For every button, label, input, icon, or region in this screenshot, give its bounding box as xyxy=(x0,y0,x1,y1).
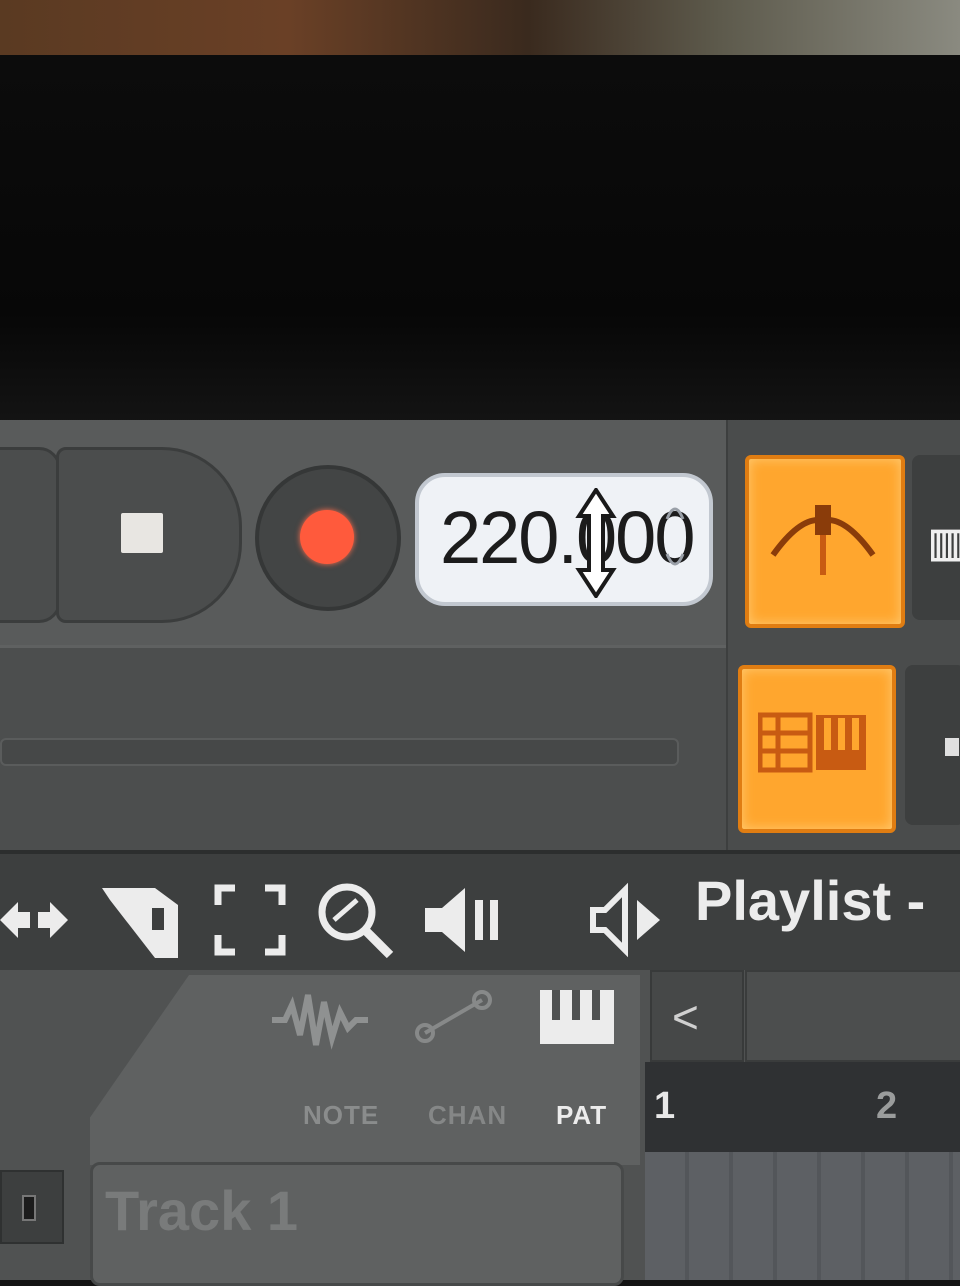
tempo-stepper-icon[interactable] xyxy=(662,494,688,580)
piano-keys-icon: ▥ xyxy=(928,521,960,565)
tempo-value: 220.000 xyxy=(440,496,696,579)
bar-number-2: 2 xyxy=(876,1085,898,1127)
zoom-icon[interactable] xyxy=(312,880,402,960)
waveform-icon[interactable] xyxy=(270,990,370,1050)
play-button[interactable] xyxy=(0,447,61,623)
automation-icon[interactable] xyxy=(410,988,500,1048)
track-name: Track 1 xyxy=(105,1179,299,1242)
bar-number-1: 1 xyxy=(654,1085,676,1127)
monitor-bezel xyxy=(0,55,960,425)
pattern-piano-icon[interactable] xyxy=(538,988,616,1046)
track-mute-led xyxy=(22,1195,36,1221)
tab-note[interactable]: NOTE xyxy=(303,1100,379,1131)
speaker-icon[interactable] xyxy=(420,880,510,960)
arrows-icon[interactable] xyxy=(0,880,70,960)
indicator-icon xyxy=(945,738,959,756)
timeline-ruler[interactable] xyxy=(645,1062,960,1152)
paint-brush-icon[interactable] xyxy=(100,880,185,960)
grid-piano-icon xyxy=(758,712,866,773)
select-icon[interactable] xyxy=(210,880,290,960)
record-icon xyxy=(300,510,354,564)
metronome-icon xyxy=(770,505,876,575)
playlist-grid[interactable] xyxy=(645,1152,960,1280)
song-position-slider[interactable] xyxy=(0,738,679,766)
chevron-left-icon: < xyxy=(672,991,699,1043)
horizontal-scrollbar[interactable] xyxy=(745,970,960,1062)
playlist-title: Playlist - xyxy=(695,869,926,932)
tab-pat[interactable]: PAT xyxy=(556,1100,607,1131)
tab-chan[interactable]: CHAN xyxy=(428,1100,507,1131)
audio-preview-icon[interactable] xyxy=(585,880,665,960)
resize-cursor-icon xyxy=(575,488,617,598)
stop-icon xyxy=(121,513,163,553)
